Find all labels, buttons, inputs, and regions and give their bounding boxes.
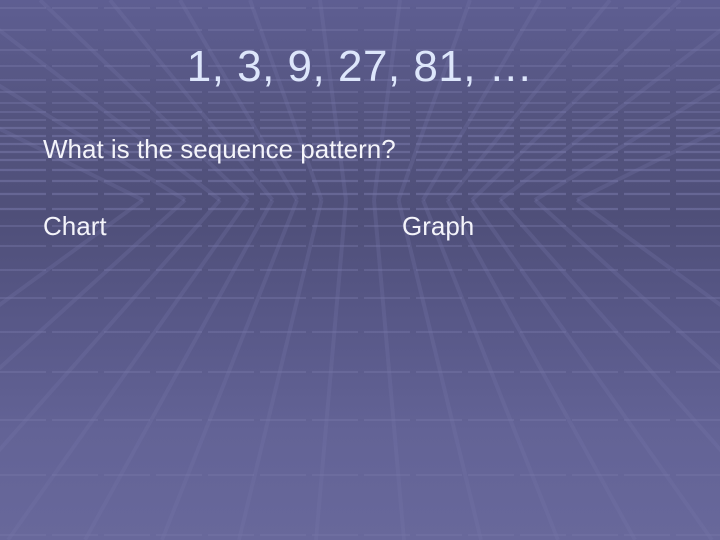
grid-line-diagonal bbox=[314, 199, 348, 540]
grid-line-diagonal bbox=[160, 199, 299, 540]
slide-title: 1, 3, 9, 27, 81, … bbox=[186, 42, 534, 91]
slide: 1, 3, 9, 27, 81, … What is the sequence … bbox=[0, 0, 720, 540]
graph-label: Graph bbox=[402, 211, 475, 241]
grid-line-diagonal bbox=[533, 198, 720, 371]
grid-line-diagonal bbox=[498, 198, 720, 453]
grid-line-diagonal bbox=[83, 199, 275, 540]
grid-line-diagonal bbox=[0, 198, 222, 453]
grid-line-diagonal bbox=[237, 199, 324, 540]
grid-line-diagonal bbox=[421, 199, 560, 540]
chart-label: Chart bbox=[43, 211, 107, 241]
grid-line-diagonal bbox=[0, 198, 187, 371]
grid-line-diagonal bbox=[396, 199, 483, 540]
grid-line-diagonal bbox=[372, 199, 406, 540]
grid-line-diagonal bbox=[445, 199, 637, 540]
question-text: What is the sequence pattern? bbox=[43, 134, 396, 164]
